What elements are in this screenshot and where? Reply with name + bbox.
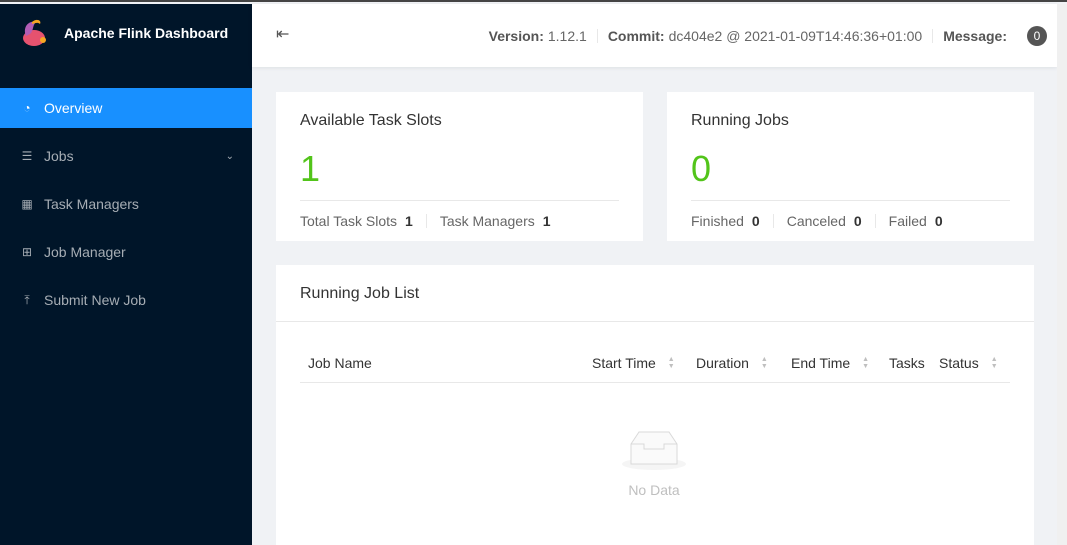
sidebar: Apache Flink Dashboard ◔ Overview ☰ Jobs ⌄ … [0,4,252,545]
version-value: 1.12.1 [547,28,587,44]
empty-state: No Data [622,430,686,498]
sidebar-item-label: Jobs [44,148,74,164]
finished-value: 0 [751,213,760,229]
divider [425,214,427,228]
available-task-slots-card: Available Task Slots 1 Total Task Slots 1… [276,92,643,241]
running-jobs-card: Running Jobs 0 Finished 0 Canceled 0 Faile… [667,92,1034,241]
sidebar-item-label: Submit New Job [44,292,146,308]
divider [300,382,1010,383]
running-job-list-card: Running Job List Job Name Start Time ▲ ▼ D… [276,265,1034,545]
column-label: End Time [791,355,851,371]
column-end-time[interactable]: End Time ▲ ▼ [791,355,869,371]
sort-icon[interactable]: ▲ ▼ [761,356,768,370]
sidebar-item-label: Job Manager [44,244,126,260]
card-title: Available Task Slots [300,112,442,129]
column-label: Duration [696,355,749,371]
flink-squirrel-logo-icon [23,19,46,46]
finished-label: Finished [691,213,744,229]
sort-icon[interactable]: ▲ ▼ [991,356,998,370]
build-icon: ⊞ [21,245,33,259]
divider [932,29,934,43]
sidebar-item-submit-new-job[interactable]: ⤒ Submit New Job [0,280,252,320]
divider [596,29,598,43]
sort-icon[interactable]: ▲ ▼ [668,356,675,370]
sidebar-item-jobs[interactable]: ☰ Jobs ⌄ [0,136,252,176]
message-badge[interactable]: 0 [1027,26,1047,46]
chevron-down-icon: ⌄ [225,150,234,162]
sidebar-item-overview[interactable]: ◔ Overview [0,88,252,128]
column-label: Tasks [889,355,925,371]
header: ⇤ Version: 1.12.1 Commit: dc404e2 @ 2021-0… [252,4,1057,67]
failed-label: Failed [888,213,927,229]
canceled-label: Canceled [786,213,846,229]
message-label: Message: [943,28,1007,44]
commit-value: dc404e2 @ 2021-01-09T14:46:36+01:00 [668,28,923,44]
menu-fold-icon[interactable]: ⇤ [276,24,289,44]
sort-icon[interactable]: ▲ ▼ [862,356,869,370]
sidebar-item-label: Overview [44,100,103,116]
task-managers-value: 1 [542,213,551,229]
task-managers-label: Task Managers [439,213,535,229]
no-data-text: No Data [628,482,680,498]
upload-icon: ⤒ [24,292,30,307]
logo[interactable]: Apache Flink Dashboard [20,18,228,48]
column-duration[interactable]: Duration ▲ ▼ [696,355,768,371]
total-slots-label: Total Task Slots [300,213,398,229]
divider [772,214,774,228]
column-tasks: Tasks [889,355,925,371]
column-label: Start Time [592,355,656,371]
column-status[interactable]: Status ▲ ▼ [939,355,998,371]
column-label: Job Name [308,355,372,371]
calendar-icon: ▦ [21,197,33,211]
sidebar-item-label: Task Managers [44,196,139,212]
total-slots-value: 1 [405,213,413,229]
list-icon: ☰ [21,149,33,163]
sidebar-item-job-manager[interactable]: ⊞ Job Manager [0,232,252,272]
card-title: Running Job List [300,285,420,302]
dashboard-icon: ◔ [23,101,31,115]
commit-label: Commit: [607,28,665,44]
card-title: Running Jobs [691,112,789,129]
canceled-value: 0 [853,213,862,229]
divider [874,214,876,228]
empty-inbox-icon [622,431,686,470]
column-start-time[interactable]: Start Time ▲ ▼ [592,355,675,371]
running-jobs-value: 0 [691,148,712,189]
app-title: Apache Flink Dashboard [64,25,229,41]
failed-value: 0 [934,213,943,229]
version-label: Version: [488,28,544,44]
sidebar-item-task-managers[interactable]: ▦ Task Managers [0,184,252,224]
available-slots-value: 1 [300,148,321,189]
scrollbar[interactable] [1057,4,1067,545]
column-label: Status [939,355,979,371]
column-job-name: Job Name [308,355,372,371]
